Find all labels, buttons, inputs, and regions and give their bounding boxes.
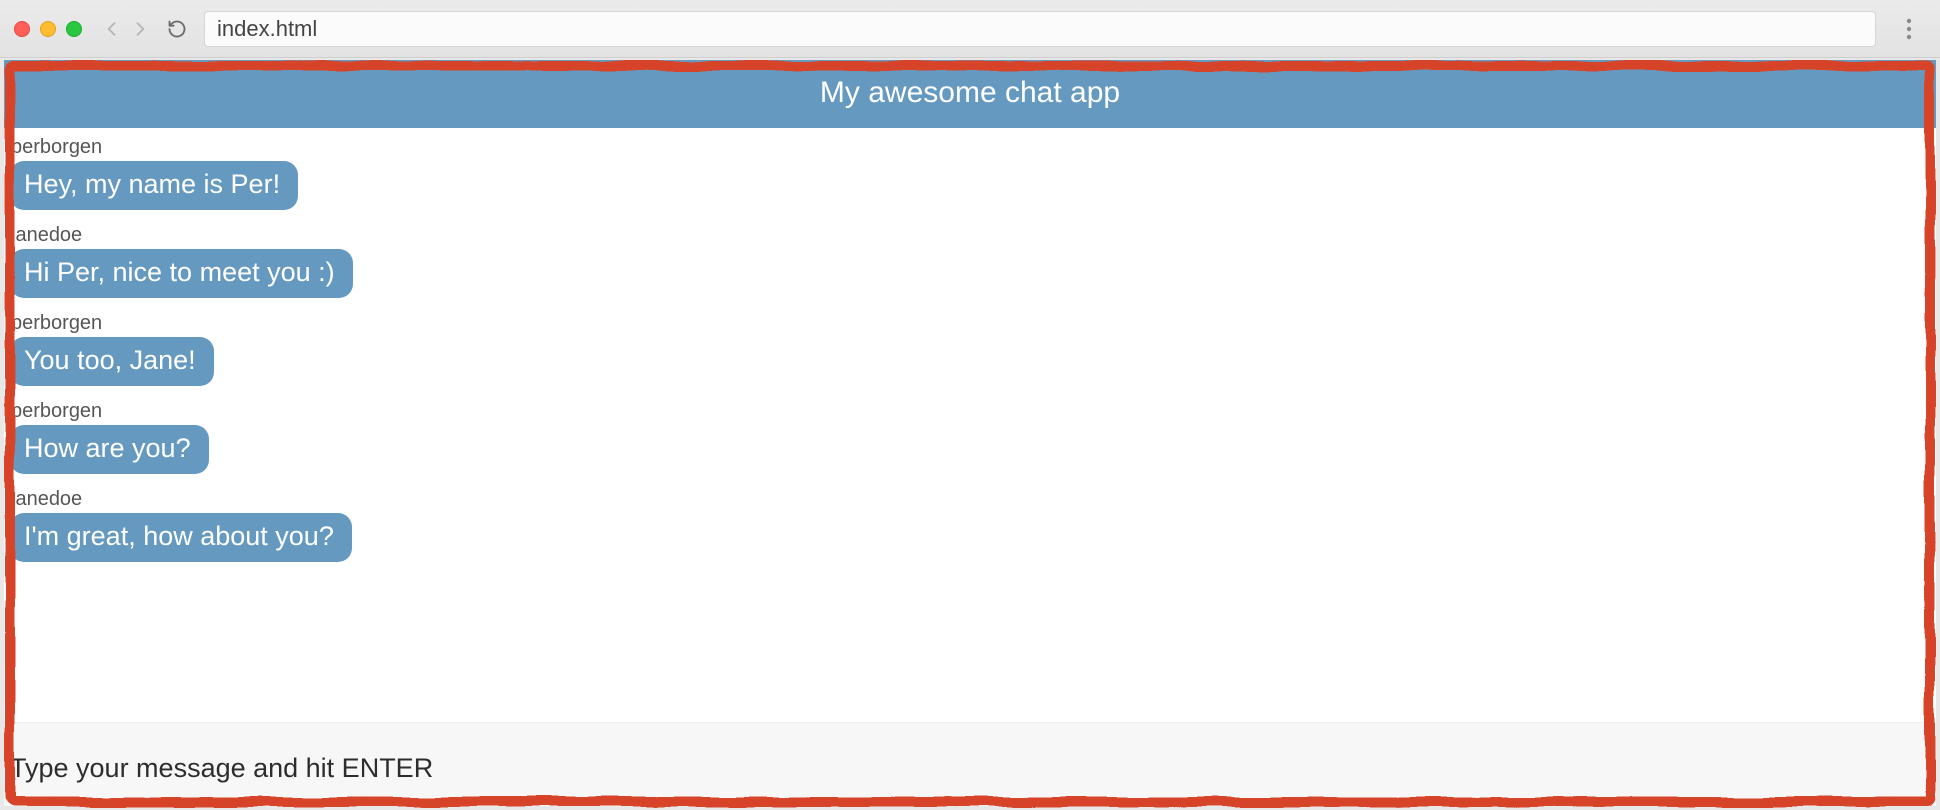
address-bar[interactable]: index.html bbox=[204, 11, 1876, 47]
message-username: perborgen bbox=[10, 400, 102, 423]
message-username: perborgen bbox=[10, 312, 102, 335]
app-title: My awesome chat app bbox=[820, 76, 1120, 109]
browser-chrome: index.html bbox=[0, 0, 1940, 58]
message-bubble: Hey, my name is Per! bbox=[10, 161, 298, 210]
message-bubble: I'm great, how about you? bbox=[10, 513, 352, 562]
address-text: index.html bbox=[217, 16, 317, 42]
message: janedoe Hi Per, nice to meet you :) bbox=[10, 224, 353, 298]
message-input[interactable] bbox=[10, 753, 1930, 784]
arrow-left-icon bbox=[102, 19, 122, 39]
app-wrapper: My awesome chat app perborgen Hey, my na… bbox=[4, 60, 1936, 806]
reload-button[interactable] bbox=[166, 18, 188, 40]
message-bubble: How are you? bbox=[10, 425, 209, 474]
message: perborgen How are you? bbox=[10, 400, 209, 474]
message: perborgen You too, Jane! bbox=[10, 312, 214, 386]
kebab-icon bbox=[1906, 18, 1912, 40]
message-username: perborgen bbox=[10, 136, 102, 159]
reload-icon bbox=[167, 19, 187, 39]
message-username: janedoe bbox=[10, 488, 82, 511]
messages-list: perborgen Hey, my name is Per! janedoe H… bbox=[4, 128, 1936, 580]
more-menu-button[interactable] bbox=[1892, 12, 1926, 46]
message-bubble: Hi Per, nice to meet you :) bbox=[10, 249, 353, 298]
message: perborgen Hey, my name is Per! bbox=[10, 136, 298, 210]
maximize-window-button[interactable] bbox=[66, 21, 82, 37]
input-area bbox=[4, 722, 1936, 806]
traffic-lights bbox=[14, 21, 82, 37]
nav-arrows bbox=[100, 17, 152, 41]
app-header: My awesome chat app bbox=[4, 60, 1936, 128]
message-bubble: You too, Jane! bbox=[10, 337, 214, 386]
back-button[interactable] bbox=[100, 17, 124, 41]
arrow-right-icon bbox=[130, 19, 150, 39]
message: janedoe I'm great, how about you? bbox=[10, 488, 352, 562]
message-username: janedoe bbox=[10, 224, 82, 247]
forward-button[interactable] bbox=[128, 17, 152, 41]
close-window-button[interactable] bbox=[14, 21, 30, 37]
minimize-window-button[interactable] bbox=[40, 21, 56, 37]
